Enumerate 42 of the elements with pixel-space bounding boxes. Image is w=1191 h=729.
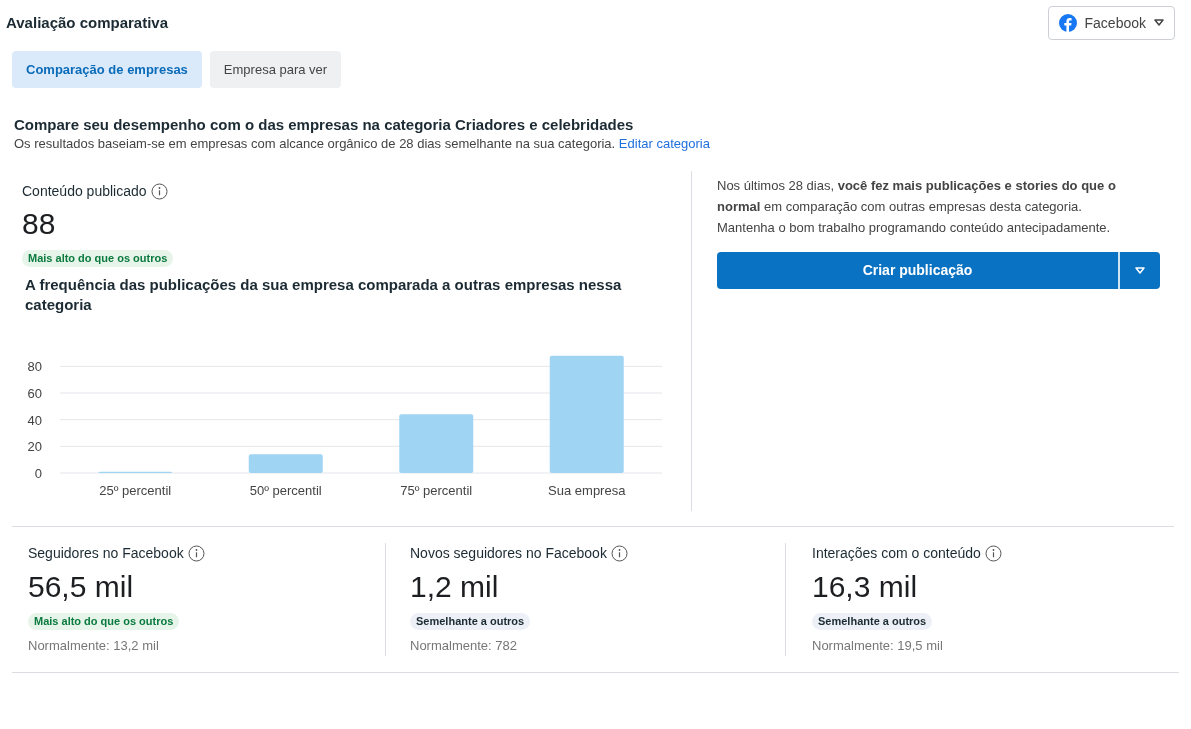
status-badge: Semelhante a outros: [410, 613, 531, 630]
axis-label: 50º percentil: [249, 483, 322, 498]
typical-value-text: Normalmente: 19,5 mil: [812, 637, 944, 655]
status-badge: Mais alto do que os outros: [22, 250, 174, 267]
info-icon[interactable]: [610, 545, 628, 562]
axis-label: 25º percentil: [99, 483, 172, 498]
chart-title: A frequência das publicações da sua empresa comparada a outras empresas nessa categoria: [24, 275, 623, 315]
metric-label: Seguidores no Facebook: [28, 544, 184, 563]
section-title: Avaliação comparativa: [6, 12, 169, 33]
dropdown-button[interactable]: [1118, 252, 1160, 289]
typical-value-text: Normalmente: 782: [410, 637, 518, 655]
edit-category-link[interactable]: Editar categoria: [618, 136, 710, 151]
metric-value: 56,5 mil: [28, 569, 135, 605]
info-icon[interactable]: [187, 545, 205, 562]
section-heading: Compare seu desempenho com o das empresas na categoria Criadores e celebridades: [14, 115, 635, 135]
insight-text: Nos últimos 28 dias, você fez mais publicações e stories do que o normal em comparação com outras empresas desta categoria. Mantenha o bom trabalho programando conteúdo antecipadamente.: [717, 177, 1117, 237]
create-post-button[interactable]: Criar publicação: [717, 252, 1118, 289]
info-icon[interactable]: [984, 545, 1002, 562]
metric-label: Interações com o conteúdo: [812, 544, 981, 563]
facebook-icon: [1058, 14, 1077, 32]
caret-icon: [1154, 19, 1164, 27]
axis-label: 20: [27, 439, 42, 455]
metric-value: 1,2 mil: [410, 569, 500, 605]
info-icon[interactable]: [150, 183, 168, 200]
axis-label: 60: [27, 386, 42, 401]
axis-label: 40: [27, 412, 42, 428]
status-badge: Mais alto do que os outros: [28, 613, 180, 630]
tab[interactable]: Empresa para ver: [209, 51, 342, 88]
axis-label: 75º percentil: [400, 483, 473, 498]
status-badge: Semelhante a outros: [812, 613, 933, 630]
platform-dropdown[interactable]: Facebook: [1047, 6, 1175, 40]
metric-value: 16,3 mil: [812, 569, 919, 605]
description-text: Os resultados baseiam-se em empresas com alcance orgânico de 28 dias semelhante na sua categoria.: [14, 136, 616, 151]
metric-label: Novos seguidores no Facebook: [410, 544, 607, 563]
metric-label: Conteúdo publicado: [22, 182, 147, 201]
axis-label: 0: [34, 466, 42, 481]
metric-value: 88: [22, 206, 57, 242]
typical-value-text: Normalmente: 13,2 mil: [28, 637, 160, 655]
axis-label: Sua empresa: [548, 483, 626, 498]
tab[interactable]: Comparação de empresas: [12, 51, 202, 88]
axis-label: 80: [27, 359, 42, 375]
caret-icon: [1135, 266, 1145, 275]
